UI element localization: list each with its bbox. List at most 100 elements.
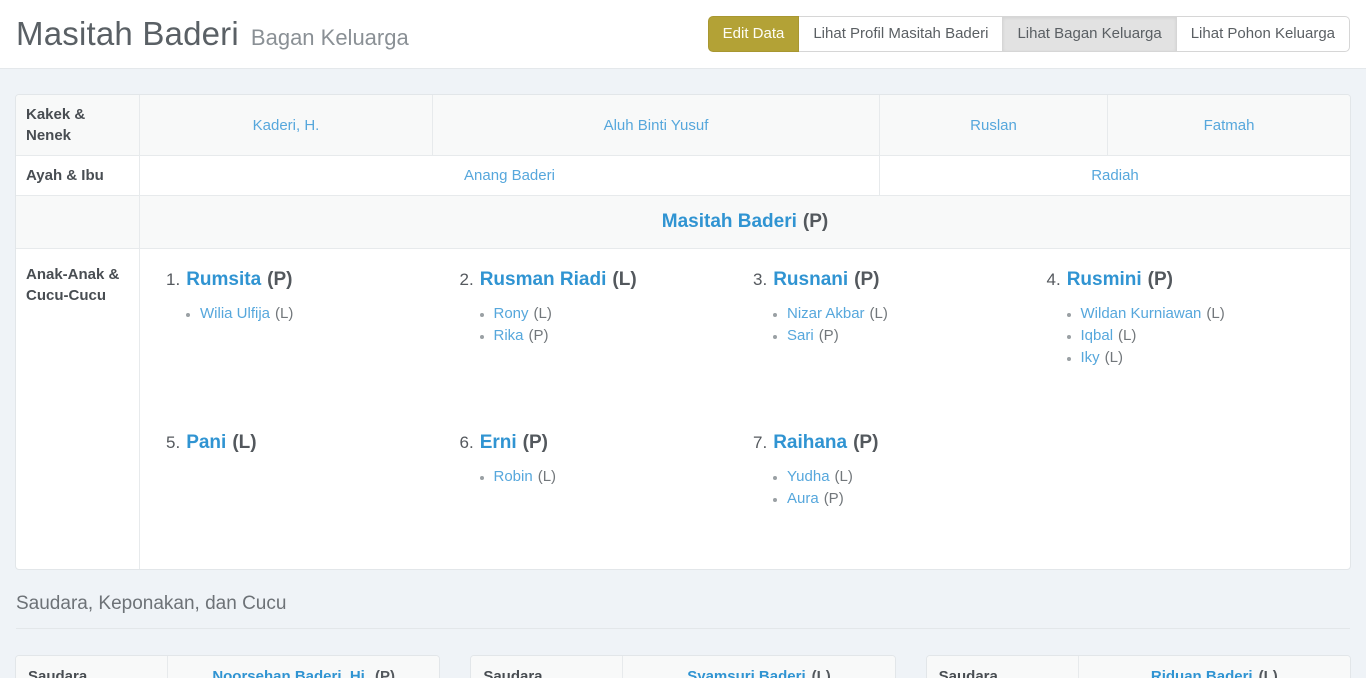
view-family-chart-button[interactable]: Lihat Bagan Keluarga — [1003, 16, 1176, 52]
grandparent-cell: Aluh Binti Yusuf — [432, 95, 879, 155]
sibling-name-cell: Syamsuri Baderi (L) — [622, 656, 894, 678]
grandchild-gender: (L) — [538, 468, 556, 485]
grandchild-link[interactable]: Robin — [494, 468, 533, 485]
sibling-name-link[interactable]: Riduan Baderi — [1151, 668, 1253, 678]
child-name-link[interactable]: Rusman Riadi — [480, 269, 607, 290]
sibling-table: Saudara Riduan Baderi (L) Keponakan & Cu… — [926, 655, 1351, 678]
self-name-link[interactable]: Masitah Baderi — [662, 211, 797, 233]
grandchildren-list: Wildan Kurniawan (L) Iqbal(L) Iky (L) — [1081, 303, 1341, 369]
child-gender: (P) — [267, 269, 292, 290]
child-name-link[interactable]: Rumsita — [186, 269, 261, 290]
grandchild-item: Rony (L) — [494, 303, 754, 325]
sibling-name-link[interactable]: Syamsuri Baderi — [687, 668, 805, 678]
child-block: 5.Pani(L) — [166, 430, 460, 555]
self-gender: (P) — [803, 211, 828, 233]
child-block: 3.Rusnani(P) Nizar Akbar(L) Sari(P) — [753, 267, 1047, 392]
grandchild-item: Rika (P) — [494, 325, 754, 347]
child-number: 6. — [460, 433, 474, 452]
grandchildren-list: Nizar Akbar(L) Sari (P) — [787, 303, 1047, 347]
grandchild-item: Yudha(L) — [787, 466, 1047, 488]
father-link[interactable]: Anang Baderi — [464, 167, 555, 184]
grandchild-link[interactable]: Wilia Ulfija — [200, 305, 270, 322]
child-header: 2.Rusman Riadi(L) — [460, 267, 754, 293]
child-header: 4.Rusmini(P) — [1047, 267, 1341, 293]
grandchild-link[interactable]: Iqbal — [1081, 327, 1114, 344]
sibling-name-cell: Riduan Baderi (L) — [1078, 656, 1350, 678]
sibling-table: Saudara Syamsuri Baderi (L) Keponakan & … — [470, 655, 895, 678]
grandchild-link[interactable]: Rony — [494, 305, 529, 322]
grandchild-gender: (P) — [824, 490, 844, 507]
child-name-link[interactable]: Rusmini — [1067, 269, 1142, 290]
child-number: 1. — [166, 270, 180, 289]
sibling-header-row: Saudara Syamsuri Baderi (L) — [471, 656, 894, 678]
child-gender: (L) — [612, 269, 636, 290]
grandchild-item: Iqbal(L) — [1081, 325, 1341, 347]
grandchild-gender: (P) — [819, 327, 839, 344]
sibling-header-row: Saudara Noorsehan Baderi, Hj. (P) — [16, 656, 439, 678]
child-name-link[interactable]: Rusnani — [773, 269, 848, 290]
grandparents-label: Kakek & Nenek — [16, 95, 139, 155]
children-row: Anak-Anak & Cucu-Cucu 1.Rumsita(P) Wilia… — [16, 248, 1350, 569]
sibling-label: Saudara — [471, 656, 622, 678]
child-gender: (L) — [232, 432, 256, 453]
child-name-link[interactable]: Raihana — [773, 432, 847, 453]
grandchild-item: Iky (L) — [1081, 347, 1341, 369]
father-cell: Anang Baderi — [139, 156, 879, 195]
grandchild-item: Wilia Ulfija (L) — [200, 303, 460, 325]
child-header: 7.Raihana(P) — [753, 430, 1047, 456]
sibling-name-cell: Noorsehan Baderi, Hj. (P) — [167, 656, 439, 678]
page-title-group: Masitah Baderi Bagan Keluarga — [16, 15, 409, 53]
grandchild-link[interactable]: Rika — [494, 327, 524, 344]
child-block: 6. Erni (P) Robin (L) — [460, 430, 754, 555]
sibling-name-link[interactable]: Noorsehan Baderi, Hj. — [212, 668, 369, 678]
child-gender: (P) — [854, 269, 879, 290]
grandparent-cell: Kaderi, H. — [139, 95, 432, 155]
grandchild-gender: (L) — [1105, 349, 1123, 366]
child-gender: (P) — [853, 432, 878, 453]
sibling-label: Saudara — [16, 656, 167, 678]
sibling-gender: (L) — [1259, 668, 1278, 678]
child-header: 1. Rumsita (P) — [166, 267, 460, 293]
grandchild-item: Sari (P) — [787, 325, 1047, 347]
grandmother-paternal-link[interactable]: Aluh Binti Yusuf — [604, 117, 709, 134]
sibling-tables: Saudara Noorsehan Baderi, Hj. (P) Kepona… — [15, 655, 1351, 678]
siblings-section-heading: Saudara, Keponakan, dan Cucu — [16, 593, 1350, 629]
child-header: 5.Pani(L) — [166, 430, 460, 456]
view-profile-button[interactable]: Lihat Profil Masitah Baderi — [799, 16, 1003, 52]
self-row: Masitah Baderi (P) — [16, 195, 1350, 248]
grandfather-maternal-link[interactable]: Ruslan — [970, 117, 1017, 134]
parents-row: Ayah & Ibu Anang Baderi Radiah — [16, 155, 1350, 195]
child-header: 6. Erni (P) — [460, 430, 754, 456]
mother-link[interactable]: Radiah — [1091, 167, 1139, 184]
sibling-label: Saudara — [927, 656, 1078, 678]
child-name-link[interactable]: Pani — [186, 432, 226, 453]
header-button-group: Edit Data Lihat Profil Masitah Baderi Li… — [708, 16, 1350, 52]
child-number: 4. — [1047, 270, 1061, 289]
grandchild-gender: (L) — [534, 305, 552, 322]
grandchildren-list: Rony (L) Rika (P) — [494, 303, 754, 347]
child-gender: (P) — [523, 432, 548, 453]
sibling-table: Saudara Noorsehan Baderi, Hj. (P) Kepona… — [15, 655, 440, 678]
grandchild-link[interactable]: Iky — [1081, 349, 1100, 366]
grandmother-maternal-link[interactable]: Fatmah — [1204, 117, 1255, 134]
grandchild-gender: (L) — [1118, 327, 1136, 344]
grandchild-gender: (P) — [529, 327, 549, 344]
family-chart-table: Kakek & Nenek Kaderi, H. Aluh Binti Yusu… — [15, 94, 1351, 570]
grandchild-link[interactable]: Sari — [787, 327, 814, 344]
grandchild-link[interactable]: Wildan Kurniawan — [1081, 305, 1202, 322]
grandchild-link[interactable]: Aura — [787, 490, 819, 507]
grandfather-paternal-link[interactable]: Kaderi, H. — [253, 117, 320, 134]
children-grid: 1. Rumsita (P) Wilia Ulfija (L) 2.Rusman Ri… — [166, 267, 1340, 555]
grandchild-item: Nizar Akbar(L) — [787, 303, 1047, 325]
page-header: Masitah Baderi Bagan Keluarga Edit Data … — [0, 0, 1366, 69]
edit-data-button[interactable]: Edit Data — [708, 16, 800, 52]
grandchild-link[interactable]: Yudha — [787, 468, 830, 485]
child-name-link[interactable]: Erni — [480, 432, 517, 453]
page-subtitle: Bagan Keluarga — [251, 25, 409, 51]
child-header: 3.Rusnani(P) — [753, 267, 1047, 293]
grandchildren-list: Robin (L) — [494, 466, 754, 488]
view-family-tree-button[interactable]: Lihat Pohon Keluarga — [1177, 16, 1350, 52]
grandchild-link[interactable]: Nizar Akbar — [787, 305, 865, 322]
grandchild-gender: (L) — [275, 305, 293, 322]
self-cell: Masitah Baderi (P) — [139, 196, 1350, 248]
